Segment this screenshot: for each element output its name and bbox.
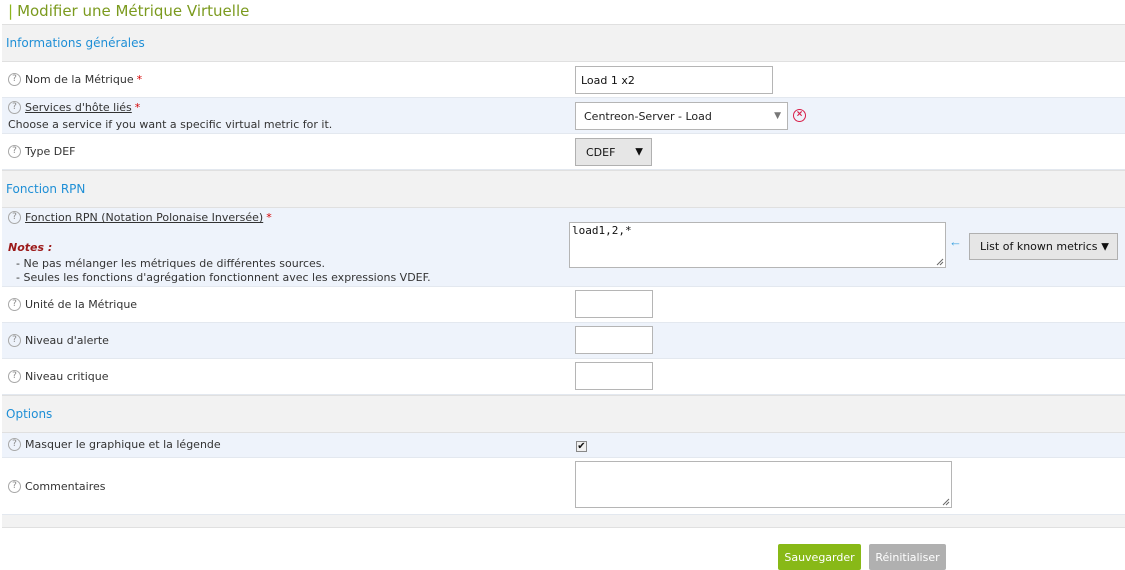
warning-level-input[interactable] (575, 326, 653, 354)
help-icon[interactable]: ? (8, 480, 21, 493)
rpn-function-value: load1,2,* (572, 224, 632, 237)
known-metrics-value: List of known metrics (980, 240, 1098, 253)
rpn-function-textarea[interactable]: load1,2,* (569, 222, 946, 268)
section-rpn-title: Fonction RPN (6, 182, 86, 196)
resize-handle-icon[interactable] (942, 498, 950, 506)
section-rpn: Fonction RPN (2, 170, 1125, 208)
comments-textarea[interactable] (575, 461, 952, 508)
row-warning-level: ? Niveau d'alerte (2, 323, 1125, 359)
page-title-text: Modifier une Métrique Virtuelle (17, 2, 250, 20)
def-type-label: ? Type DEF (8, 145, 76, 158)
rpn-function-label: ? Fonction RPN (Notation Polonaise Inver… (8, 211, 272, 224)
arrow-left-icon[interactable]: ← (949, 234, 962, 249)
save-button[interactable]: Sauvegarder (778, 544, 861, 570)
note-line: - Seules les fonctions d'agrégation fonc… (16, 271, 431, 284)
row-rpn-function: ? Fonction RPN (Notation Polonaise Inver… (2, 208, 1125, 287)
def-type-select[interactable]: CDEF ▼ (575, 138, 652, 166)
host-services-select[interactable]: Centreon-Server - Load ▼ (575, 102, 788, 130)
clear-x-circle-icon[interactable]: × (793, 109, 806, 122)
row-hide-graph: ? Masquer le graphique et la légende ✔ (2, 433, 1125, 458)
section-general: Informations générales (2, 24, 1125, 62)
comments-label: ? Commentaires (8, 480, 105, 493)
reset-button[interactable]: Réinitialiser (869, 544, 946, 570)
form-footer-band (2, 515, 1125, 528)
critical-level-label: ? Niveau critique (8, 370, 109, 383)
hide-graph-label: ? Masquer le graphique et la légende (8, 438, 221, 451)
caret-down-icon: ▼ (1101, 241, 1109, 252)
virtual-metric-form: Informations générales ? Nom de la Métri… (2, 24, 1125, 515)
note-line: - Ne pas mélanger les métriques de diffé… (16, 257, 326, 270)
section-options: Options (2, 395, 1125, 433)
def-type-value: CDEF (586, 145, 616, 159)
section-general-title: Informations générales (6, 36, 145, 50)
page-title: | Modifier une Métrique Virtuelle (8, 2, 249, 20)
resize-handle-icon[interactable] (936, 258, 944, 266)
help-icon[interactable]: ? (8, 438, 21, 451)
help-icon[interactable]: ? (8, 370, 21, 383)
help-icon[interactable]: ? (8, 211, 21, 224)
help-icon[interactable]: ? (8, 73, 21, 86)
row-host-services: ? Services d'hôte liés * Choose a service… (2, 98, 1125, 134)
row-critical-level: ? Niveau critique (2, 359, 1125, 395)
metric-unit-label: ? Unité de la Métrique (8, 298, 137, 311)
title-bar-marker: | (8, 2, 14, 20)
help-icon[interactable]: ? (8, 334, 21, 347)
row-metric-unit: ? Unité de la Métrique (2, 287, 1125, 323)
metric-unit-input[interactable] (575, 290, 653, 318)
section-options-title: Options (6, 407, 53, 421)
metric-name-input[interactable]: Load 1 x2 (575, 66, 773, 94)
host-services-hint: Choose a service if you want a specific … (8, 118, 333, 131)
row-comments: ? Commentaires (2, 458, 1125, 515)
notes-title: Notes : (8, 241, 53, 254)
row-metric-name: ? Nom de la Métrique * Load 1 x2 (2, 62, 1125, 98)
chevron-down-icon: ▼ (774, 111, 781, 121)
metric-name-label: ? Nom de la Métrique * (8, 73, 142, 86)
host-services-value: Centreon-Server - Load (584, 109, 712, 123)
critical-level-input[interactable] (575, 362, 653, 390)
warning-level-label: ? Niveau d'alerte (8, 334, 109, 347)
row-def-type: ? Type DEF CDEF ▼ (2, 134, 1125, 170)
caret-down-icon: ▼ (635, 146, 643, 158)
help-icon[interactable]: ? (8, 145, 21, 158)
help-icon[interactable]: ? (8, 298, 21, 311)
checkmark-icon: ✔ (577, 441, 586, 452)
help-icon[interactable]: ? (8, 101, 21, 114)
known-metrics-select[interactable]: List of known metrics ▼ (969, 233, 1118, 260)
host-services-label: ? Services d'hôte liés * (8, 101, 140, 114)
hide-graph-checkbox[interactable]: ✔ (576, 441, 587, 452)
